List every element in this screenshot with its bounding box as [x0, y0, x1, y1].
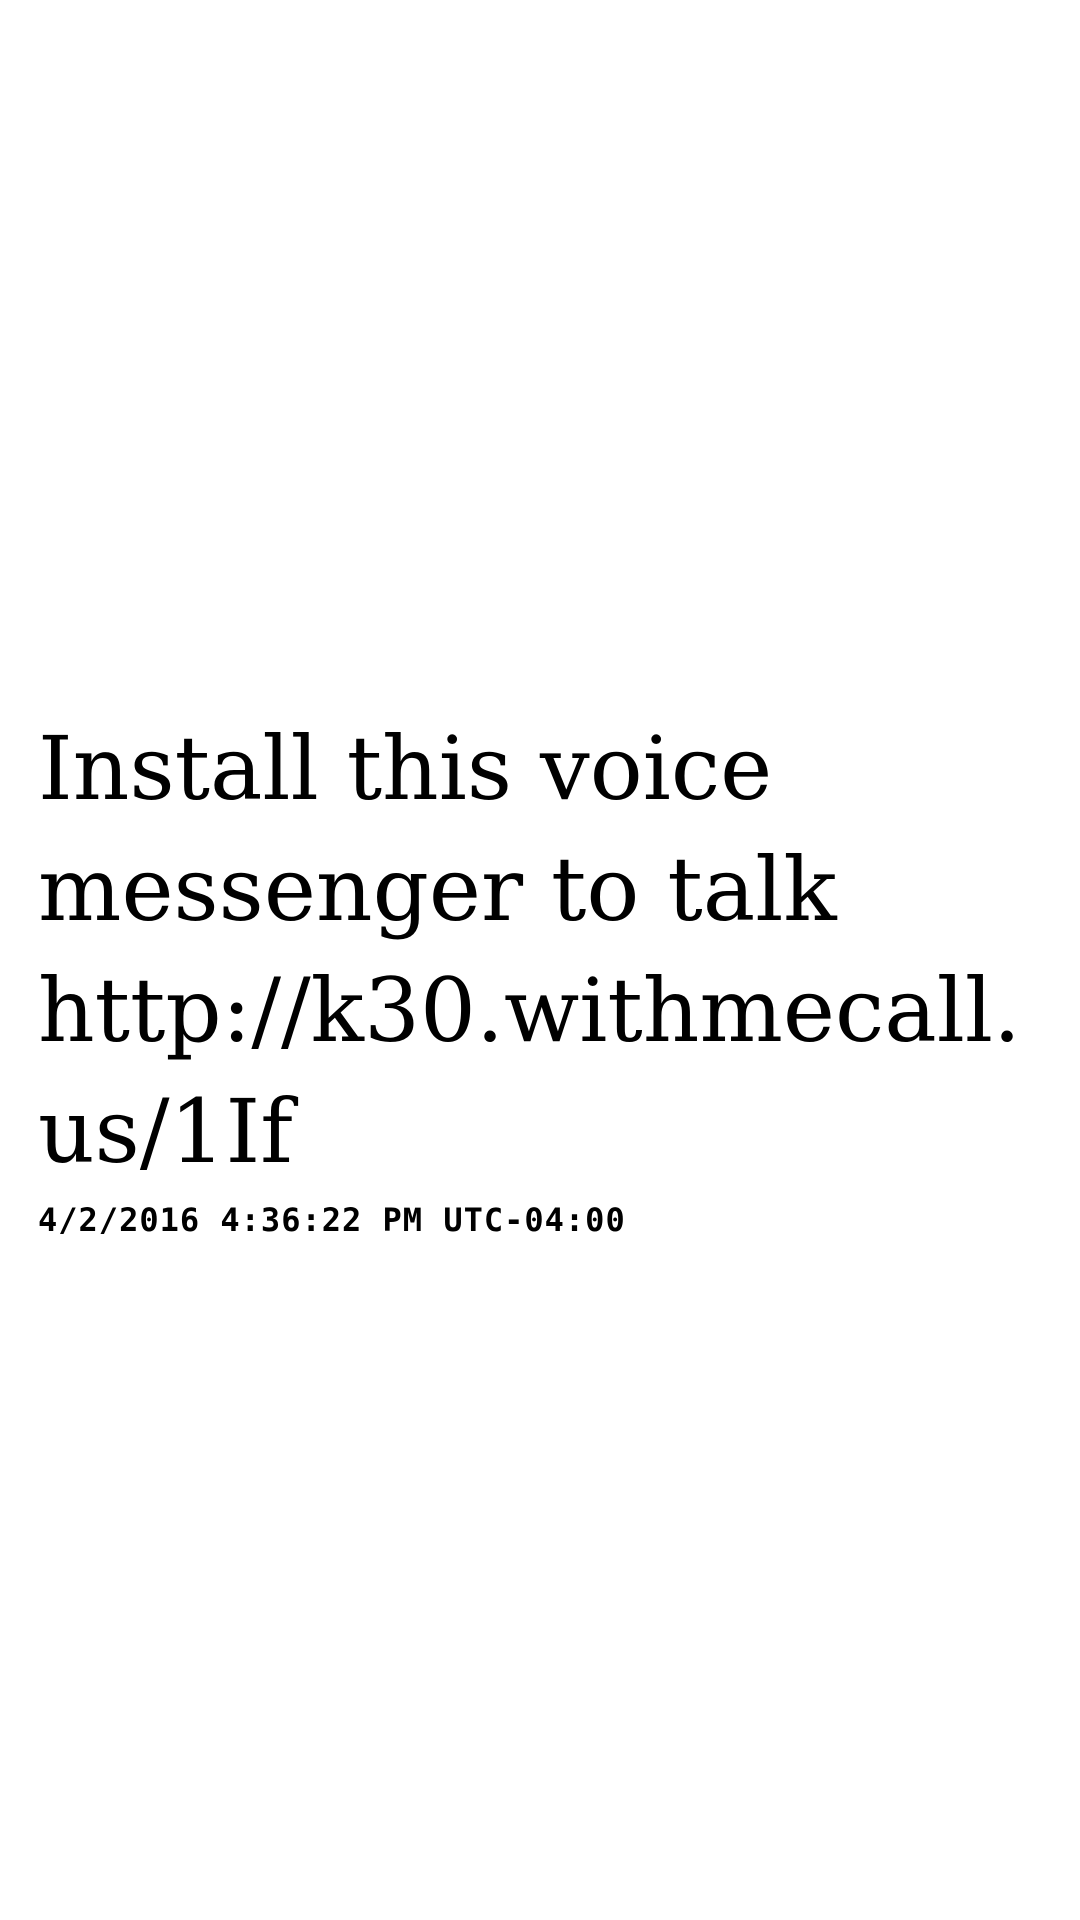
message-timestamp: 4/2/2016 4:36:22 PM UTC-04:00 [38, 1201, 626, 1239]
message-line: messenger to talk [38, 838, 837, 941]
message-text: Install this voice messenger to talk htt… [38, 708, 1048, 1192]
message-link-line[interactable]: http://k30.withmecall. [38, 950, 1048, 1071]
message-line: Install this voice [38, 717, 773, 820]
message-card: Install this voice messenger to talk htt… [38, 708, 1048, 1240]
message-link-line[interactable]: us/1If [38, 1071, 1048, 1192]
